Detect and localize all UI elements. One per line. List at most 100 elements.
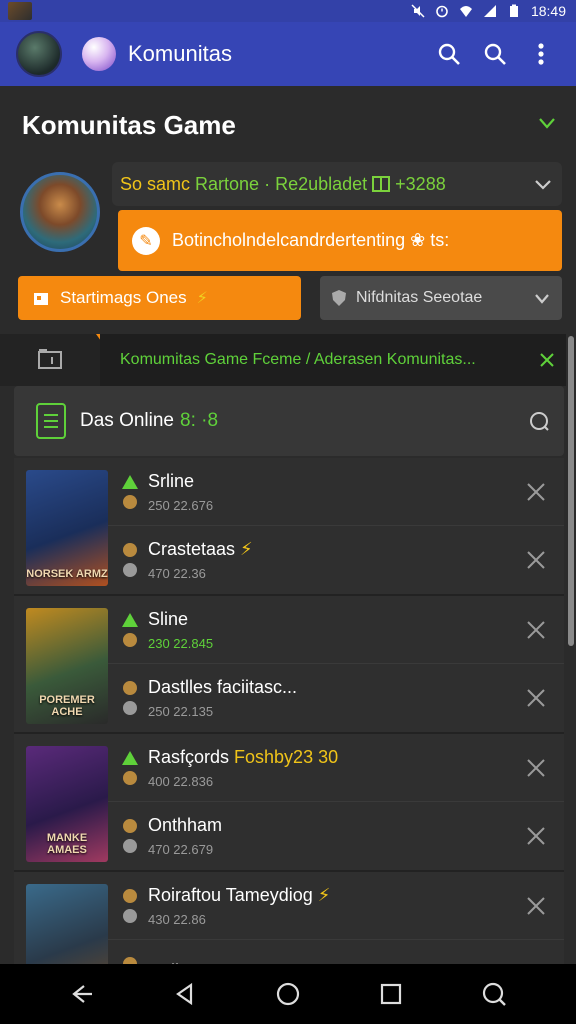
status-icons [120,888,140,923]
game-thumbnail[interactable]: POREMER ACHE [26,608,108,724]
nav-recents-button[interactable] [367,970,415,1018]
search-icon [438,43,460,65]
online-count: 8: ·8 [180,410,219,431]
close-icon [527,758,545,777]
remove-button[interactable] [514,746,558,790]
chevron-down-icon[interactable] [532,173,554,195]
coin-icon [123,770,137,785]
game-thumbnail[interactable]: MANKE AMAES [26,746,108,862]
member-extra: Foshby23 30 [229,746,339,767]
tab-files[interactable] [30,346,70,372]
close-icon [527,620,545,639]
overflow-menu-button[interactable] [518,31,564,77]
status-icons [120,750,140,785]
remove-button[interactable] [514,470,558,514]
list-item[interactable]: Rasfçords Foshby23 30 400 22.836 [108,734,564,802]
online-section-header[interactable]: Das Online 8: ·8 [14,386,564,456]
nav-back-triangle-button[interactable] [161,970,209,1018]
member-name: Crastetaas [148,539,236,559]
member-card[interactable]: AARAR Roiraftou Tameydiog ⚡ 430 22.86 Nolio… [14,872,564,964]
chevron-down-icon[interactable] [536,112,558,134]
close-icon [527,896,545,915]
member-name-line: Onthham [148,815,514,836]
folder-icon [38,349,62,369]
member-name-line: Roiraftou Tameydiog ⚡ [148,885,514,906]
status-icons [120,957,140,964]
tab-strip: Komumitas Game Fceme / Aderasen Komunita… [0,334,566,386]
chevron-down-icon [535,294,549,304]
remove-button[interactable] [514,676,558,720]
status-icons [120,474,140,509]
nav-assistant-button[interactable] [470,970,518,1018]
tab-community-game[interactable]: Komumitas Game Fceme / Aderasen Komunita… [100,334,566,386]
search-alt-button[interactable] [472,31,518,77]
banner-badge-icon: ✎ [132,226,160,255]
list-item[interactable]: Nolion :·: [108,940,564,964]
close-icon [527,482,545,501]
member-meta: 470 22.679 [148,842,214,857]
nav-back-button[interactable] [58,970,106,1018]
primary-action-label: Startimags Ones [60,288,187,307]
info-label: So samc [120,173,196,194]
member-name-line: Crastetaas ⚡ [148,539,514,560]
triangle-back-icon [175,982,192,1006]
nav-home-button[interactable] [264,970,312,1018]
game-thumbnail[interactable]: AARAR [26,884,108,964]
thumbnail-caption: MANKE AMAES [46,831,88,856]
community-info-row[interactable]: So samc Rartone · Re2ubladet +3288 [112,162,562,206]
status-dot-icon [123,839,137,853]
alarm-icon [436,5,448,18]
member-name: Srline [148,470,195,491]
list-item[interactable]: Roiraftou Tameydiog ⚡ 430 22.86 [108,872,564,940]
profile-avatar[interactable] [16,31,62,77]
tab-label: Komumitas Game Fceme / Aderasen Komunita… [120,351,476,368]
notification-thumbnail [8,2,32,20]
remove-button[interactable] [514,952,558,964]
member-card[interactable]: MANKE AMAES Rasfçords Foshby23 30 400 22.8… [14,734,564,872]
online-triangle-icon [122,474,138,489]
community-banner[interactable]: ✎ Botincholndelcandrdertenting ❀ ts: [118,210,562,271]
list-icon [36,403,66,439]
close-icon[interactable] [538,351,556,369]
list-item[interactable]: Crastetaas ⚡ 470 22.36 [108,526,564,594]
app-title: Komunitas [128,41,232,66]
info-name: Rartone · Re2ubladet [195,173,368,194]
online-triangle-icon [122,612,138,627]
list-item[interactable]: Onthham 470 22.679 [108,802,564,870]
more-vertical-icon [538,43,544,65]
back-arrow-icon [71,985,92,1003]
thumbnail-caption: POREMER ACHE [39,693,95,718]
list-item[interactable]: Srline 250 22.676 [108,458,564,526]
remove-button[interactable] [514,538,558,582]
secondary-action-button[interactable]: Nifdnitas Seeotae [320,276,562,320]
remove-button[interactable] [514,884,558,928]
member-meta: 430 22.86 [148,911,206,927]
member-name-line: Srline [148,471,514,492]
search-icon [484,43,506,65]
community-orb-icon [82,37,116,71]
member-name-line: Rasfçords Foshby23 30 [148,747,514,768]
member-meta: 470 22.36 [148,566,206,581]
status-icons [120,612,140,647]
refresh-icon[interactable] [528,410,550,432]
game-thumbnail[interactable]: NORSEK ARMZ [26,470,108,586]
member-card[interactable]: POREMER ACHE Sline 230 22.845 Dastlles faci… [14,596,564,734]
status-dot-icon [123,701,137,715]
status-time: 18:49 [530,3,566,19]
remove-button[interactable] [514,608,558,652]
mute-icon [411,4,425,18]
scrollbar[interactable] [568,336,574,646]
app-bar: Komunitas [0,22,576,86]
list-item[interactable]: Sline 230 22.845 [108,596,564,664]
status-dot-icon [123,908,137,923]
search-button[interactable] [426,31,472,77]
community-avatar[interactable] [20,172,100,252]
status-icons [120,819,140,853]
member-card[interactable]: NORSEK ARMZ Srline 250 22.676 Crastetaas ⚡ 4… [14,458,564,596]
member-name-line: Sline [148,609,514,630]
member-name: Sline [148,608,189,629]
remove-button[interactable] [514,814,558,858]
list-item[interactable]: Dastlles faciitasc... 250 22.135 [108,664,564,732]
primary-action-button[interactable]: Startimags Ones ⚡ [18,276,301,320]
member-meta: 250 22.676 [148,497,214,513]
